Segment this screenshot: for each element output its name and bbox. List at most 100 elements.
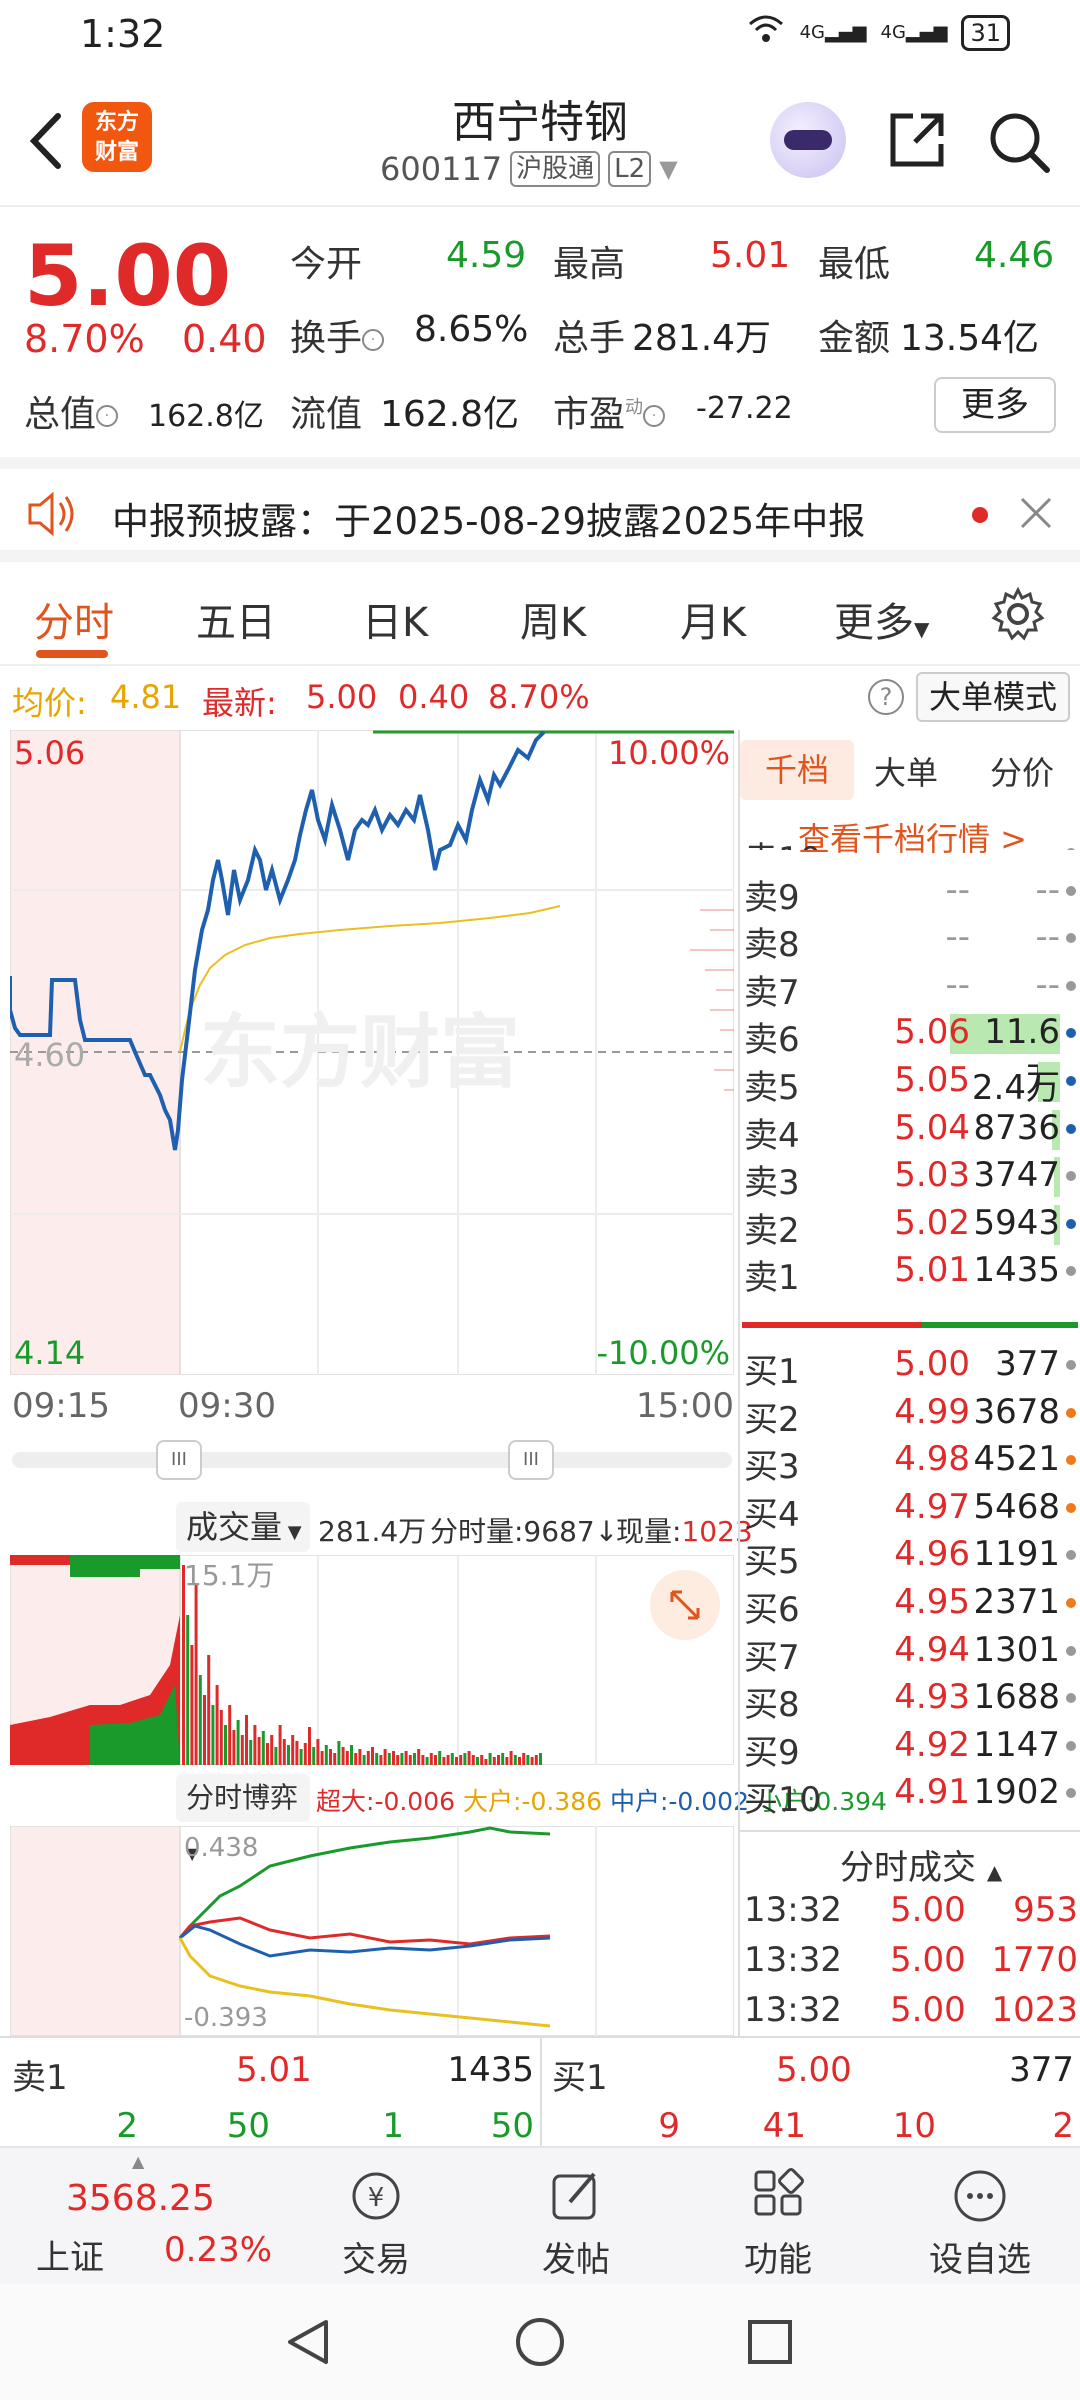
volume-dropdown[interactable]: 成交量 ▼ [176, 1502, 310, 1552]
tab-5day[interactable]: 五日 [196, 590, 276, 648]
ticks-title[interactable]: 分时成交 ▲ [840, 1840, 1002, 1889]
range-slider-left-handle[interactable]: III [156, 1440, 202, 1480]
stock-subtitle[interactable]: 600117 沪股通 L2 ▼ [380, 150, 678, 188]
recents-nav-icon[interactable] [744, 2316, 796, 2368]
divider [740, 1830, 1080, 1832]
info-icon[interactable]: · [96, 405, 119, 427]
time-label-close: 15:00 [636, 1386, 734, 1426]
volume-bar [488, 1753, 492, 1765]
bid-row[interactable]: 买9 4.92 1147 [740, 1723, 1080, 1773]
capital-game-chart[interactable]: 0.438 -0.393 [10, 1826, 734, 2036]
bid-row[interactable]: 买3 4.98 4521 [740, 1437, 1080, 1487]
volume-bar [392, 1751, 395, 1765]
level-volume: 2371 [973, 1582, 1060, 1622]
more-button[interactable]: 更多 [934, 377, 1056, 433]
info-icon[interactable]: · [643, 405, 666, 427]
ask-row[interactable]: 卖10 ---- [740, 830, 1080, 850]
tab-intraday[interactable]: 分时 [34, 590, 114, 648]
summary-buy-volume: 377 [1009, 2050, 1074, 2090]
close-icon[interactable] [1018, 495, 1054, 531]
expand-button[interactable] [650, 1570, 720, 1640]
expand-icon [670, 1590, 700, 1620]
avg-value: 4.81 [110, 678, 182, 716]
tab-monthly-k[interactable]: 月K [680, 590, 746, 648]
search-icon[interactable] [985, 108, 1053, 176]
ask-row[interactable]: 卖1 5.01 1435 [740, 1248, 1080, 1298]
index-name: 上证 [36, 2238, 104, 2278]
volume-bar [492, 1757, 496, 1765]
tab-depth[interactable]: 千档 [740, 740, 854, 800]
tab-price-dist[interactable]: 分价 [990, 748, 1054, 794]
ask-row[interactable]: 卖65.0611.6万 [740, 1010, 1080, 1100]
bid-row[interactable]: 买2 4.99 3678 [740, 1390, 1080, 1440]
share-icon[interactable] [885, 108, 949, 172]
bid-row[interactable]: 买4 4.97 5468 [740, 1485, 1080, 1535]
bid-row[interactable]: 买5 4.96 1191 [740, 1532, 1080, 1582]
index-value[interactable]: 3568.25 [66, 2178, 215, 2219]
volume-bar [316, 1739, 320, 1765]
back-nav-icon[interactable] [282, 2316, 334, 2368]
orderbook-tabs: 千档 大单 分价 [740, 730, 1080, 804]
home-nav-icon[interactable] [514, 2316, 566, 2368]
big-order-mode-button[interactable]: 大单模式 [916, 672, 1070, 722]
level-volume: 3747 [973, 1155, 1060, 1196]
range-slider-track[interactable] [12, 1452, 732, 1468]
bid-row[interactable]: 买10 4.91 1902 [740, 1770, 1080, 1820]
ask-row[interactable]: 卖8 -- -- [740, 915, 1080, 965]
volume-bar [291, 1735, 295, 1765]
nav-trade[interactable]: ¥ 交易 [306, 2166, 446, 2281]
pe-label[interactable]: 市盈动 · [553, 385, 666, 437]
bid-row[interactable]: 买7 4.94 1301 [740, 1628, 1080, 1678]
volume-bar [484, 1759, 488, 1765]
tab-daily-k[interactable]: 日K [362, 590, 428, 648]
tick-price: 5.00 [890, 1940, 966, 1980]
info-icon[interactable]: · [362, 329, 385, 351]
nav-post[interactable]: 发帖 [506, 2166, 646, 2281]
mktcap-label[interactable]: 总值 · [24, 385, 119, 437]
game-dropdown[interactable]: 分时博弈 ▼ [176, 1774, 310, 1863]
volume-bar [387, 1753, 391, 1765]
amount-label: 金额 [818, 318, 891, 359]
level-price: 4.93 [894, 1677, 970, 1718]
tab-weekly-k[interactable]: 周K [520, 590, 586, 648]
volume-bar [425, 1757, 429, 1765]
volume-chart[interactable]: 15.1万 [10, 1555, 734, 1765]
dropdown-triangle-icon: ▼ [659, 155, 678, 183]
help-icon[interactable]: ? [868, 679, 904, 715]
ask-row[interactable]: 卖7 -- -- [740, 963, 1080, 1013]
assistant-robot-icon[interactable] [770, 102, 846, 178]
volume-bar [211, 1705, 215, 1765]
turnover-label[interactable]: 换手 · [290, 309, 385, 361]
volume-bar [396, 1755, 400, 1765]
tab-big-orders[interactable]: 大单 [874, 748, 938, 794]
gear-icon[interactable] [990, 586, 1046, 642]
volume-bar [476, 1757, 479, 1765]
volume-bar [358, 1749, 362, 1765]
bid-row[interactable]: 买1 5.00 377 [740, 1342, 1080, 1392]
volume-bar [497, 1755, 500, 1765]
nav-functions[interactable]: 功能 [708, 2166, 848, 2281]
intraday-price-chart[interactable]: 东方财富 5.06 4.60 4.14 10.00% -10.00% [10, 730, 734, 1375]
collapse-up-icon[interactable]: ▲ [132, 2152, 144, 2171]
ask-row[interactable]: 卖5 5.05 2.4万 [740, 1058, 1080, 1108]
volume-bar [480, 1755, 484, 1765]
notice-bar[interactable]: 中报预披露：于2025-08-29披露2025年中报 [0, 457, 1080, 562]
chart-tabs: 分时 五日 日K 周K 月K 更多▼ [0, 562, 1080, 666]
range-slider-right-handle[interactable]: III [508, 1440, 554, 1480]
latest-value: 5.00 [306, 678, 378, 716]
bid-row[interactable]: 买6 4.95 2371 [740, 1580, 1080, 1630]
volume-bar [190, 1645, 194, 1765]
volume-bar [442, 1757, 446, 1765]
ask-row[interactable]: 卖9 -- -- [740, 868, 1080, 918]
tab-more[interactable]: 更多▼ [834, 590, 929, 648]
level-label: 买7 [744, 1637, 800, 1678]
volume-bar [333, 1753, 337, 1765]
level-volume: 1435 [973, 1250, 1060, 1291]
ask-row[interactable]: 卖2 5.02 5943 [740, 1201, 1080, 1251]
pre-market-shade [10, 1826, 180, 2036]
ask-row[interactable]: 卖4 5.04 8736 [740, 1106, 1080, 1156]
wifi-icon [746, 14, 786, 51]
bid-row[interactable]: 买8 4.93 1688 [740, 1675, 1080, 1725]
nav-add-watchlist[interactable]: 设自选 [910, 2166, 1050, 2281]
ask-row[interactable]: 卖3 5.03 3747 [740, 1153, 1080, 1203]
